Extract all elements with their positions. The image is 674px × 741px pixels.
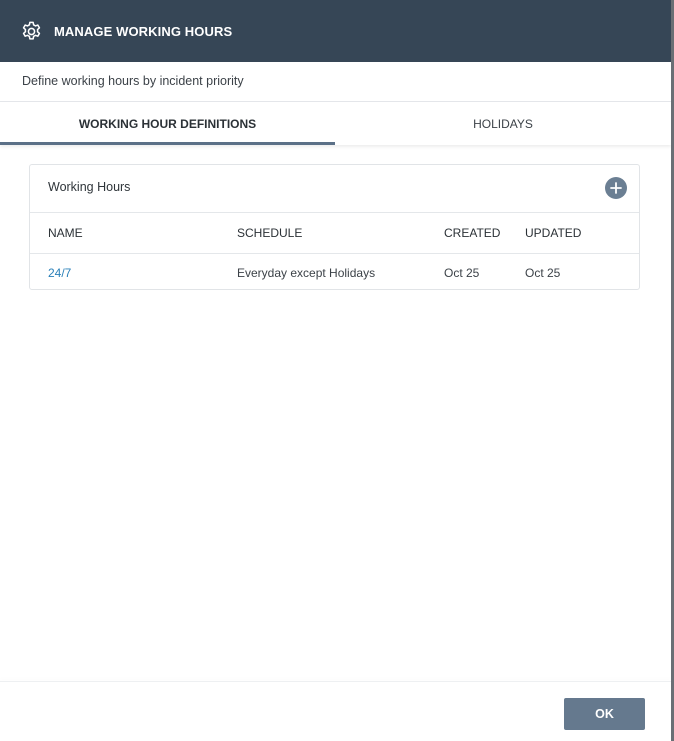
created-cell: Oct 25: [444, 265, 480, 280]
footer-divider: [0, 681, 671, 682]
card-title: Working Hours: [48, 180, 131, 194]
updated-cell: Oct 25: [525, 265, 561, 280]
table-row: 24/7 Everyday except Holidays Oct 25 Oct…: [30, 254, 639, 291]
card-header: Working Hours: [30, 165, 639, 213]
plus-icon: [610, 182, 622, 194]
schedule-cell: Everyday except Holidays: [237, 265, 376, 280]
dialog-header: MANAGE WORKING HOURS: [0, 0, 671, 62]
dialog-title: MANAGE WORKING HOURS: [54, 23, 233, 39]
column-header-schedule[interactable]: SCHEDULE: [237, 213, 302, 253]
working-hours-card: Working Hours NAME SCHEDULE CREATED UPDA…: [29, 164, 640, 290]
column-header-name[interactable]: NAME: [48, 213, 83, 253]
ok-button[interactable]: OK: [564, 698, 645, 730]
working-hours-name-link[interactable]: 24/7: [48, 254, 71, 291]
tab-bar: WORKING HOUR DEFINITIONS HOLIDAYS: [0, 102, 671, 145]
add-working-hours-button[interactable]: [605, 177, 627, 199]
table-header-row: NAME SCHEDULE CREATED UPDATED: [30, 213, 639, 254]
gear-icon: [20, 20, 43, 43]
manage-working-hours-dialog: MANAGE WORKING HOURS Define working hour…: [0, 0, 674, 741]
dialog-subtitle: Define working hours by incident priorit…: [22, 74, 244, 88]
tab-holidays[interactable]: HOLIDAYS: [335, 102, 671, 145]
tab-working-hour-definitions[interactable]: WORKING HOUR DEFINITIONS: [0, 102, 335, 145]
column-header-created[interactable]: CREATED: [444, 213, 500, 253]
column-header-updated[interactable]: UPDATED: [525, 213, 581, 253]
